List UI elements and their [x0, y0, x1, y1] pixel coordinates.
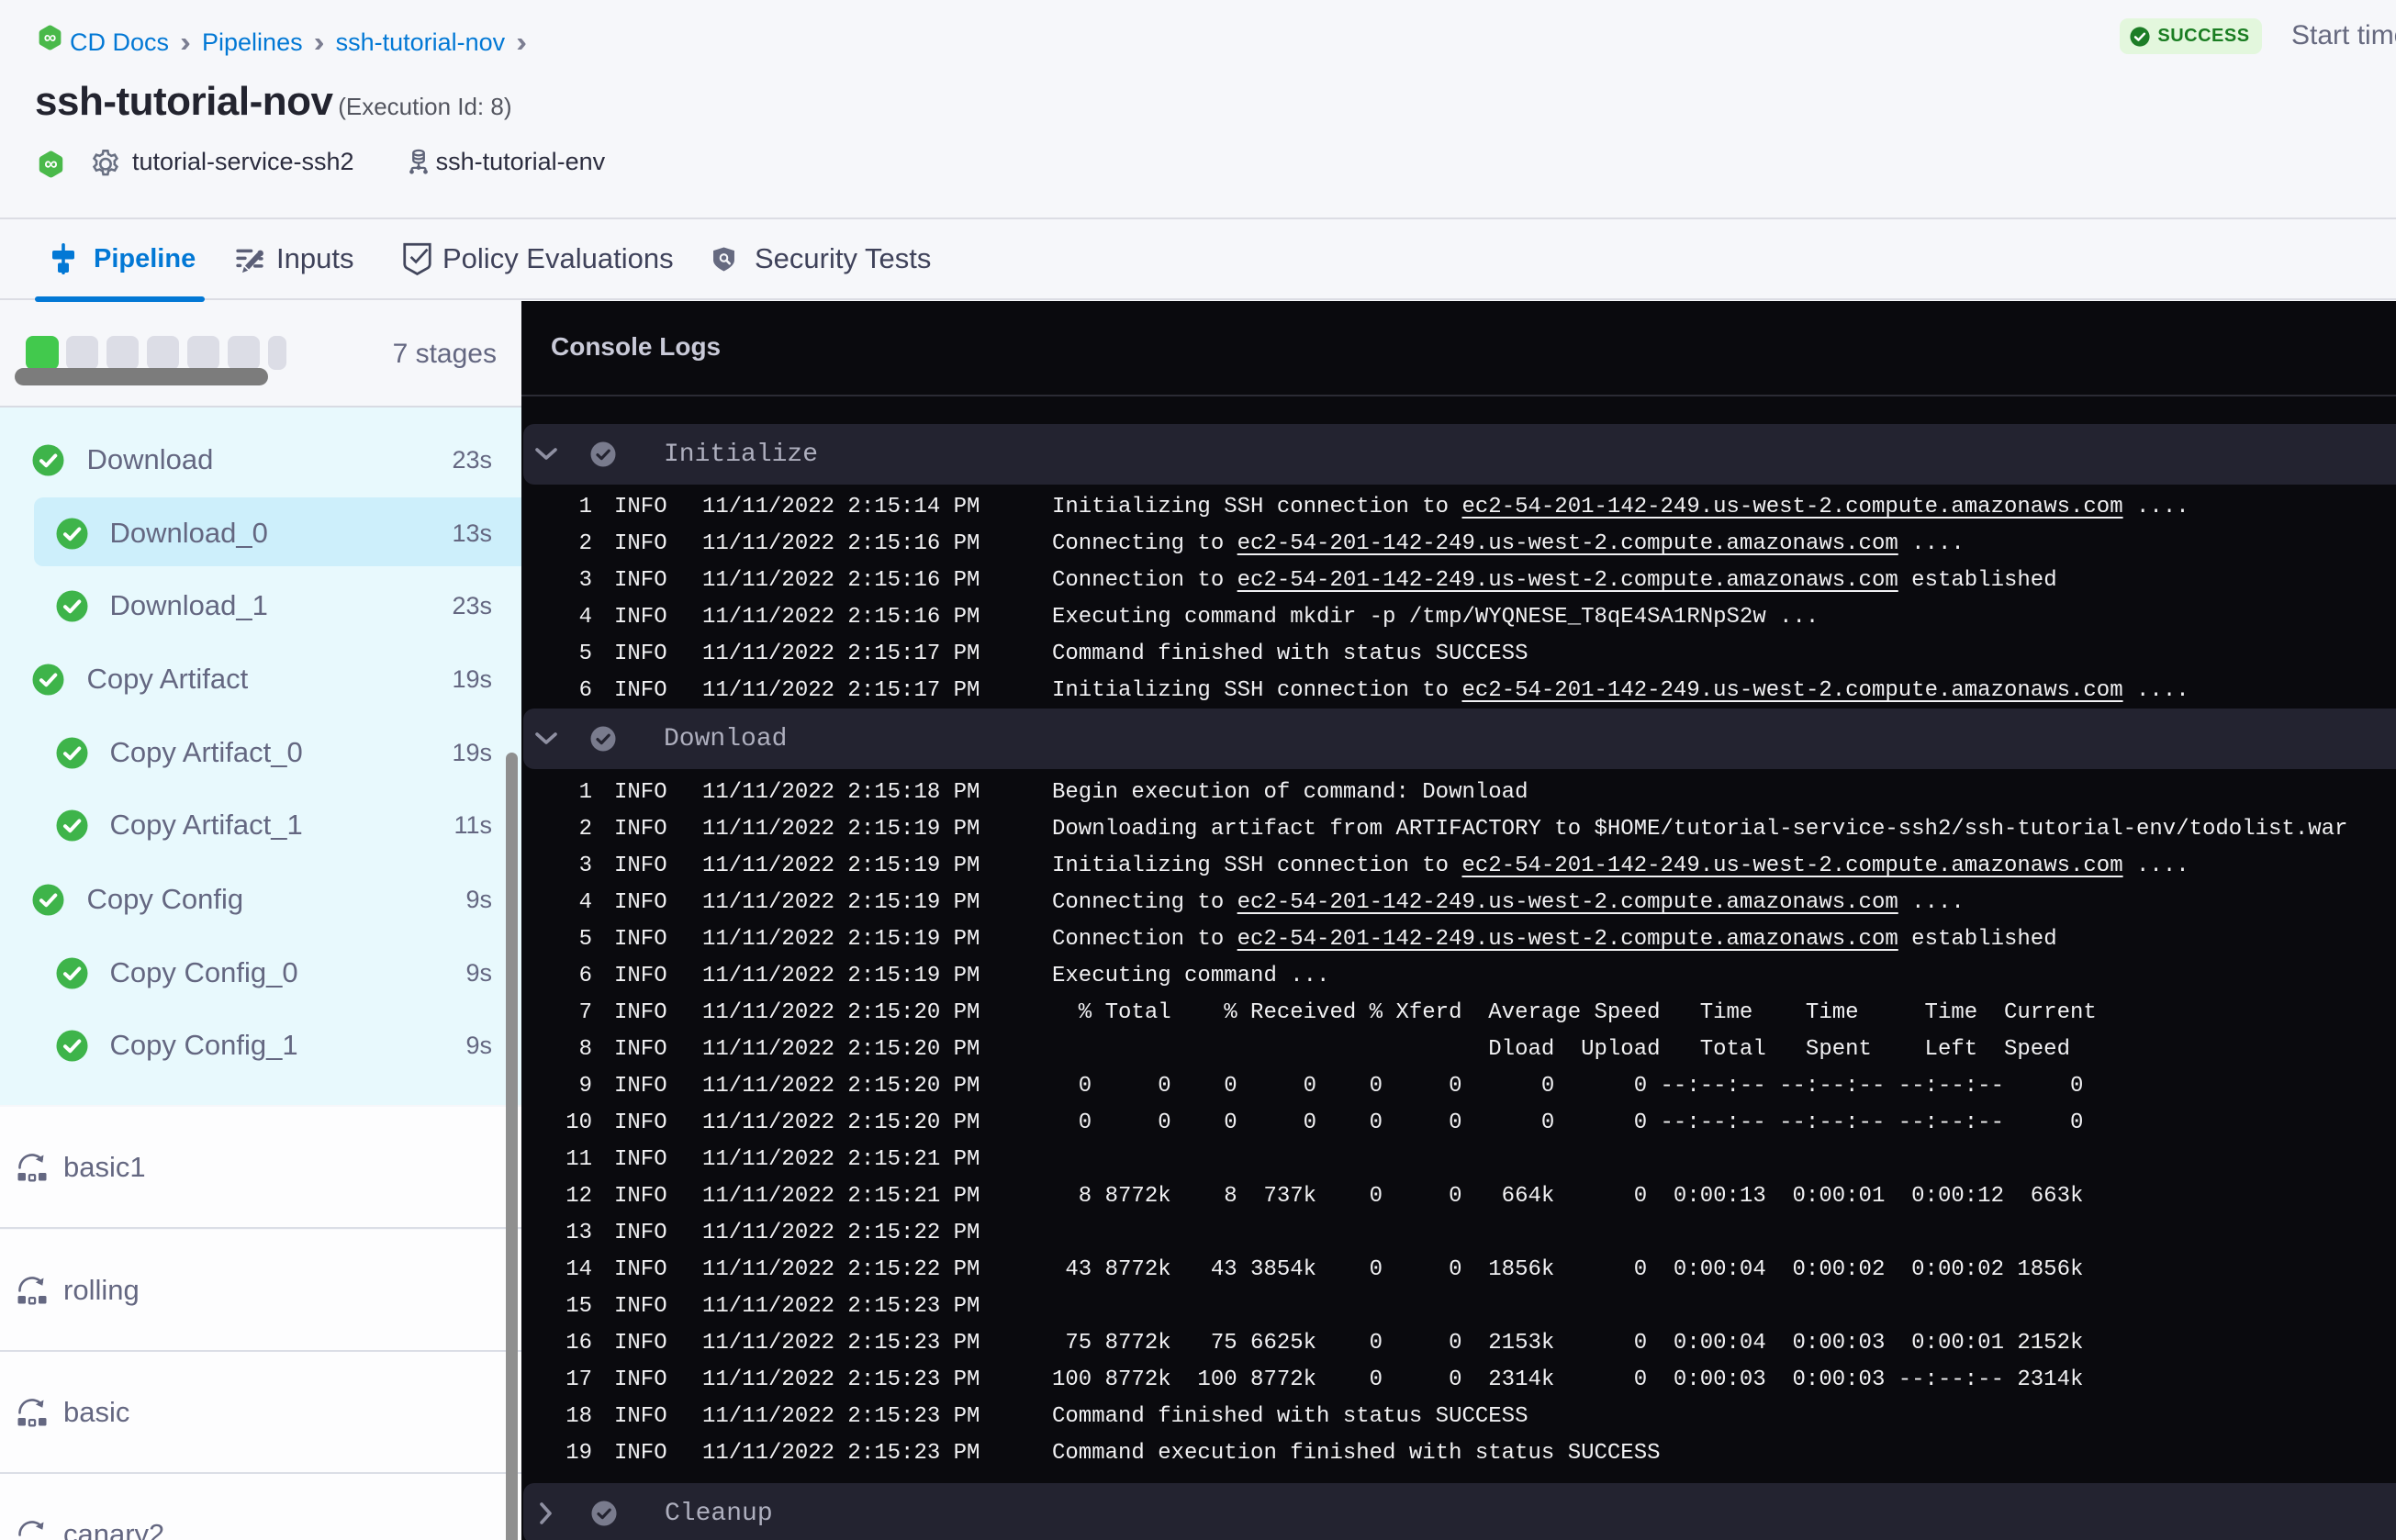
svg-text:∞: ∞	[44, 28, 57, 48]
svg-text:∞: ∞	[44, 154, 58, 174]
